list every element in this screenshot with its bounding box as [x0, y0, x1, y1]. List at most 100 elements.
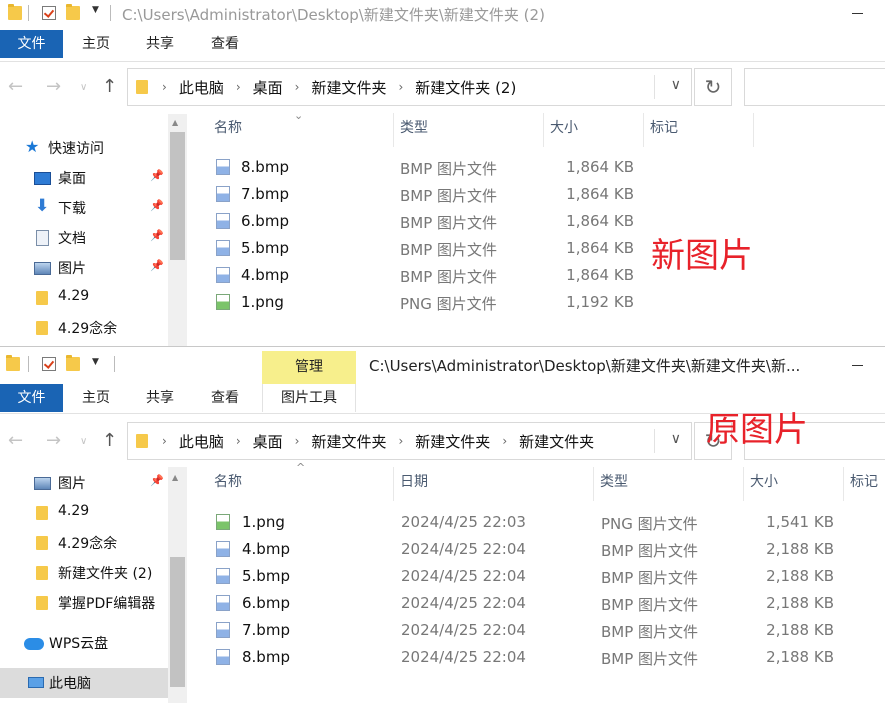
column-tags[interactable]: 标记 — [844, 467, 885, 501]
tab-manage[interactable]: 管理 — [262, 351, 356, 384]
scrollbar-thumb[interactable] — [170, 132, 185, 260]
pin-icon[interactable]: 📌 — [150, 474, 164, 487]
pin-icon[interactable]: 📌 — [150, 229, 164, 242]
breadcrumb-item[interactable]: 桌面 — [253, 431, 283, 452]
column-name[interactable]: 名称 — [208, 467, 394, 501]
tab-file[interactable]: 文件 — [0, 384, 63, 412]
file-row[interactable]: 4.bmp 2024/4/25 22:04 BMP 图片文件 2,188 KB — [208, 536, 848, 563]
refresh-button[interactable]: ↻ — [694, 68, 732, 106]
chevron-right-icon[interactable]: › — [295, 434, 300, 448]
chevron-right-icon[interactable]: › — [295, 80, 300, 94]
sidebar-item-folder-429[interactable]: 4.29 — [0, 498, 168, 528]
file-row[interactable]: 1.png PNG 图片文件 1,192 KB — [208, 289, 848, 316]
chevron-right-icon[interactable]: › — [398, 434, 403, 448]
column-type[interactable]: 类型 — [594, 467, 744, 501]
back-arrow-icon[interactable]: ← — [8, 76, 23, 97]
title-bar: ▼ C:\Users\Administrator\Desktop\新建文件夹\新… — [0, 0, 885, 28]
file-row[interactable]: 5.bmp 2024/4/25 22:04 BMP 图片文件 2,188 KB — [208, 563, 848, 590]
chevron-down-icon[interactable]: ▼ — [92, 357, 99, 367]
chevron-right-icon[interactable]: › — [236, 80, 241, 94]
properties-icon[interactable] — [42, 6, 56, 20]
file-row[interactable]: 7.bmp BMP 图片文件 1,864 KB — [208, 181, 848, 208]
scroll-up-arrow-icon[interactable]: ▲ — [172, 473, 178, 482]
sidebar-item-this-pc[interactable]: 此电脑 — [0, 668, 168, 698]
scrollbar-thumb[interactable] — [170, 557, 185, 687]
sidebar-item-documents[interactable]: 文档 📌 — [0, 223, 168, 253]
column-size[interactable]: 大小 — [544, 113, 644, 147]
file-row[interactable]: 6.bmp 2024/4/25 22:04 BMP 图片文件 2,188 KB — [208, 590, 848, 617]
chevron-down-icon[interactable]: ∨ — [80, 436, 87, 447]
sidebar-item-desktop[interactable]: 桌面 📌 — [0, 163, 168, 193]
chevron-right-icon[interactable]: › — [162, 80, 167, 94]
up-arrow-icon[interactable]: ↑ — [102, 76, 117, 97]
column-date[interactable]: 日期 — [394, 467, 594, 501]
forward-arrow-icon[interactable]: → — [46, 430, 61, 451]
breadcrumb-item[interactable]: 此电脑 — [179, 431, 224, 452]
chevron-down-icon[interactable]: ∨ — [671, 77, 681, 93]
chevron-right-icon[interactable]: › — [398, 80, 403, 94]
breadcrumb-item[interactable]: 新建文件夹 — [311, 431, 386, 452]
scroll-up-arrow-icon[interactable]: ▲ — [172, 118, 178, 127]
sidebar-item-pictures[interactable]: 图片 📌 — [0, 468, 168, 498]
file-row[interactable]: 8.bmp 2024/4/25 22:04 BMP 图片文件 2,188 KB — [208, 644, 848, 671]
search-input[interactable] — [744, 68, 885, 106]
properties-icon[interactable] — [42, 357, 56, 371]
minimize-button[interactable] — [852, 13, 863, 14]
tab-view[interactable]: 查看 — [194, 384, 256, 412]
column-type[interactable]: 类型 — [394, 113, 544, 147]
sidebar-item-quick-access[interactable]: ★ 快速访问 — [0, 133, 168, 163]
up-arrow-icon[interactable]: ↑ — [102, 430, 117, 451]
breadcrumb-item[interactable]: 此电脑 — [179, 77, 224, 98]
back-arrow-icon[interactable]: ← — [8, 430, 23, 451]
minimize-button[interactable] — [852, 365, 863, 366]
bmp-file-icon — [216, 267, 230, 283]
tab-share[interactable]: 共享 — [130, 30, 190, 58]
tab-picture-tools[interactable]: 图片工具 — [262, 384, 356, 412]
chevron-right-icon[interactable]: › — [162, 434, 167, 448]
sidebar-item-new-folder-2[interactable]: 新建文件夹 (2) — [0, 558, 168, 588]
chevron-right-icon[interactable]: › — [236, 434, 241, 448]
breadcrumb-item[interactable]: 新建文件夹 — [519, 431, 594, 452]
divider — [28, 5, 29, 21]
tab-home[interactable]: 主页 — [66, 384, 126, 412]
file-date: 2024/4/25 22:04 — [401, 648, 526, 666]
breadcrumb-item[interactable]: 新建文件夹 (2) — [415, 77, 516, 98]
tab-view[interactable]: 查看 — [194, 30, 256, 58]
file-row[interactable]: 1.png 2024/4/25 22:03 PNG 图片文件 1,541 KB — [208, 509, 848, 536]
breadcrumb-item[interactable]: 新建文件夹 — [415, 431, 490, 452]
sidebar-item-downloads[interactable]: ⬇ 下载 📌 — [0, 193, 168, 223]
png-file-icon — [216, 294, 230, 310]
pictures-icon — [34, 477, 51, 490]
column-size[interactable]: 大小 — [744, 467, 844, 501]
sidebar-item-pictures[interactable]: 图片 📌 — [0, 253, 168, 283]
new-folder-icon[interactable] — [66, 355, 80, 371]
sidebar-item-folder-429[interactable]: 4.29 — [0, 283, 168, 313]
address-bar[interactable]: › 此电脑 › 桌面 › 新建文件夹 › 新建文件夹 (2) ∨ — [127, 68, 692, 106]
file-type: BMP 图片文件 — [601, 650, 699, 668]
file-row[interactable]: 8.bmp BMP 图片文件 1,864 KB — [208, 154, 848, 181]
sidebar-item-wps-cloud[interactable]: WPS云盘 — [0, 628, 168, 658]
bmp-file-icon — [216, 568, 230, 584]
file-row[interactable]: 7.bmp 2024/4/25 22:04 BMP 图片文件 2,188 KB — [208, 617, 848, 644]
tab-home[interactable]: 主页 — [66, 30, 126, 58]
forward-arrow-icon[interactable]: → — [46, 76, 61, 97]
breadcrumb-item[interactable]: 桌面 — [253, 77, 283, 98]
chevron-down-icon[interactable]: ▼ — [92, 5, 99, 15]
pin-icon[interactable]: 📌 — [150, 259, 164, 272]
breadcrumb-item[interactable]: 新建文件夹 — [311, 77, 386, 98]
sidebar-item-folder-429-nianyu[interactable]: 4.29念余 — [0, 528, 168, 558]
tab-share[interactable]: 共享 — [130, 384, 190, 412]
pin-icon[interactable]: 📌 — [150, 169, 164, 182]
sidebar-item-folder-429-nianyu[interactable]: 4.29念余 — [0, 313, 168, 343]
column-tags[interactable]: 标记 — [644, 113, 754, 147]
sidebar-item-pdf-editor[interactable]: 掌握PDF编辑器 — [0, 588, 168, 618]
tab-file[interactable]: 文件 — [0, 30, 63, 58]
pictures-icon — [34, 262, 51, 275]
chevron-down-icon[interactable]: ∨ — [80, 82, 87, 93]
pin-icon[interactable]: 📌 — [150, 199, 164, 212]
chevron-down-icon[interactable]: ∨ — [671, 431, 681, 447]
column-name[interactable]: 名称 — [208, 113, 394, 147]
new-folder-icon[interactable] — [66, 4, 80, 20]
address-bar[interactable]: › 此电脑 › 桌面 › 新建文件夹 › 新建文件夹 › 新建文件夹 ∨ — [127, 422, 692, 460]
chevron-right-icon[interactable]: › — [502, 434, 507, 448]
